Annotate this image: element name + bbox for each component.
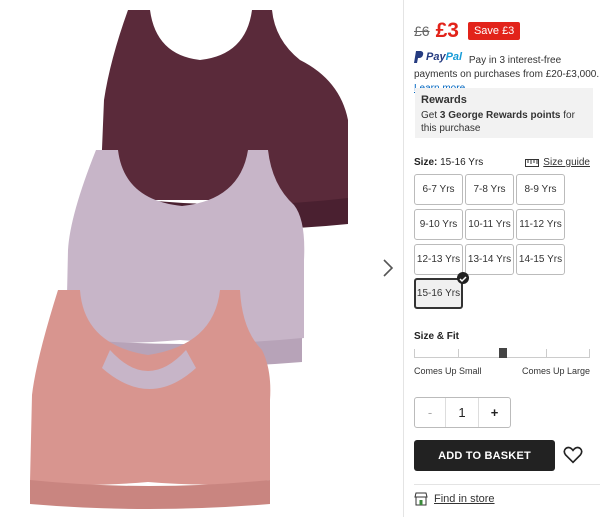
size-label: Size: 15-16 Yrs [414,157,484,168]
save-badge: Save £3 [467,22,521,40]
quantity-increase-button[interactable]: + [478,398,510,427]
size-option-6-7[interactable]: 6-7 Yrs [414,174,463,205]
section-divider [414,484,600,485]
size-header: Size: 15-16 Yrs Size guide [414,157,590,168]
size-guide-link[interactable]: Size guide [525,157,590,168]
rewards-text: Get 3 George Rewards points for this pur… [421,110,575,134]
size-option-8-9[interactable]: 8-9 Yrs [516,174,565,205]
size-option-7-8[interactable]: 7-8 Yrs [465,174,514,205]
size-option-14-15[interactable]: 14-15 Yrs [516,244,565,275]
price-row: £6 £3 Save £3 [414,19,521,43]
size-option-12-13[interactable]: 12-13 Yrs [414,244,463,275]
rewards-box: Rewards Get 3 George Rewards points for … [415,88,593,138]
product-image-gallery [0,0,400,517]
store-icon [414,492,428,506]
size-fit-indicator [499,348,507,358]
quantity-value[interactable]: 1 [446,398,478,427]
size-option-13-14[interactable]: 13-14 Yrs [465,244,514,275]
size-option-15-16[interactable]: 15-16 Yrs [414,278,463,309]
size-fit-label: Size & Fit [414,331,460,342]
product-panel: £6 £3 Save £3 Pay Pal Pay in 3 interest-f… [414,0,600,517]
paypal-icon [414,51,424,63]
quantity-stepper: - 1 + [414,397,511,428]
size-fit-scale [414,348,590,358]
size-option-11-12[interactable]: 11-12 Yrs [516,209,565,240]
fit-right-label: Comes Up Large [521,366,590,376]
was-price: £6 [414,23,430,39]
size-option-9-10[interactable]: 9-10 Yrs [414,209,463,240]
selected-size: 15-16 Yrs [440,157,484,168]
add-to-basket-button[interactable]: ADD TO BASKET [414,440,555,471]
rewards-points: 3 George Rewards points [439,110,561,121]
size-fit-ends: Comes Up Small Comes Up Large [414,366,590,376]
heart-icon[interactable] [562,444,584,466]
check-icon [457,272,469,284]
product-image [30,10,348,509]
chevron-right-icon[interactable] [378,256,398,280]
paypal-logo: Pay Pal [414,50,462,64]
ruler-icon [525,158,540,167]
now-price: £3 [435,19,459,42]
find-in-store-link[interactable]: Find in store [414,492,495,506]
fit-left-label: Comes Up Small [414,366,482,376]
quantity-decrease-button[interactable]: - [415,398,446,427]
plum-crop-top [100,10,348,204]
size-option-10-11[interactable]: 10-11 Yrs [465,209,514,240]
size-option-selected-wrap: 15-16 Yrs [414,272,469,309]
rewards-title: Rewards [421,94,467,106]
panel-divider [403,0,404,517]
